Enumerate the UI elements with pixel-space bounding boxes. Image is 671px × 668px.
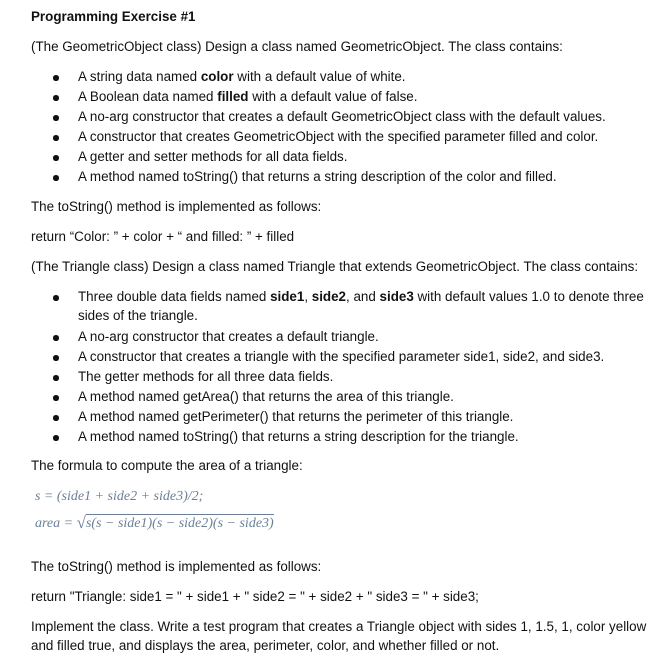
bullet-icon xyxy=(53,335,59,341)
sqrt-icon: √ xyxy=(76,513,86,532)
bullet-icon xyxy=(53,375,59,381)
bullet-icon xyxy=(53,75,59,81)
implement-instruction-line-1: Implement the class. Write a test progra… xyxy=(31,619,647,634)
page-title: Programming Exercise #1 xyxy=(31,9,196,24)
bullet-icon xyxy=(53,155,59,161)
return-statement-1: return “Color: ” + color + “ and filled:… xyxy=(31,229,295,244)
document-page: Programming Exercise #1 (The GeometricOb… xyxy=(31,9,647,653)
geometric-intro: (The GeometricObject class) Design a cla… xyxy=(31,39,563,54)
bullet-icon xyxy=(53,135,59,141)
bullet-icon xyxy=(53,295,59,301)
formula-s: s = (side1 + side2 + side3)/2; xyxy=(35,489,204,504)
bullet-icon xyxy=(53,415,59,421)
formula-area: area = √s(s − side1)(s − side2)(s − side… xyxy=(35,513,274,532)
bullet-icon xyxy=(53,355,59,361)
bullet-icon xyxy=(53,95,59,101)
bullet-icon xyxy=(53,395,59,401)
bullet-icon xyxy=(53,115,59,121)
triangle-intro: (The Triangle class) Design a class name… xyxy=(31,259,639,274)
return-statement-2: return "Triangle: side1 = " + side1 + " … xyxy=(31,589,479,604)
bullet-icon xyxy=(53,175,59,181)
formula-intro: The formula to compute the area of a tri… xyxy=(31,458,303,473)
bullet-icon xyxy=(53,435,59,441)
tostring-note-1: The toString() method is implemented as … xyxy=(31,199,322,214)
square-root: √s(s − side1)(s − side2)(s − side3) xyxy=(76,513,274,532)
implement-instruction-line-2: and filled true, and displays the area, … xyxy=(31,638,500,653)
tostring-note-2: The toString() method is implemented as … xyxy=(31,559,322,574)
